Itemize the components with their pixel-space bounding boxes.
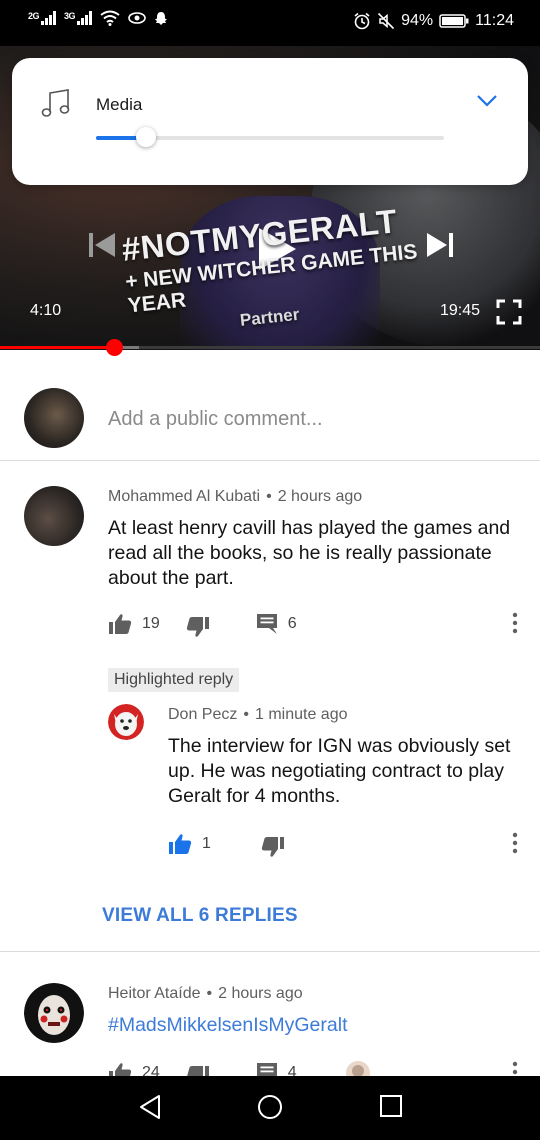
status-right-group: 94% 11:24 [353,12,514,30]
network-type-1: 2G [28,11,40,21]
reply-actions: 1 [168,830,285,858]
reply-button[interactable]: 6 [256,613,297,635]
reply-age: 1 minute ago [254,706,348,723]
back-icon[interactable] [138,1094,162,1120]
alarm-icon [354,12,370,30]
add-comment-row: Add a public comment... [0,352,540,461]
wifi-icon [100,10,120,26]
more-options-icon[interactable] [512,832,518,854]
add-comment-input[interactable]: Add a public comment... [108,408,323,431]
highlighted-reply-badge: Highlighted reply [108,668,240,692]
network-type-2: 3G [64,11,76,21]
reply-count: 6 [287,615,297,632]
comment-meta: Mohammed Al Kubati • 2 hours ago [108,488,363,505]
comment-icon [256,614,277,634]
media-volume-panel: Media [12,58,528,185]
clock: 11:24 [475,12,514,29]
previous-button[interactable] [86,230,118,260]
home-icon[interactable] [257,1094,283,1120]
like-button[interactable]: 19 [108,613,160,635]
comment-age: 2 hours ago [218,985,303,1002]
comment-meta: Heitor Ataíde • 2 hours ago [108,985,303,1002]
chevron-down-icon[interactable] [476,94,498,108]
divider [0,951,540,952]
battery-icon [439,14,469,28]
recent-apps-icon[interactable] [379,1094,403,1118]
snapchat-icon [155,11,168,25]
signal-icon: 2G [28,11,57,25]
media-volume-slider[interactable] [96,127,444,147]
comment-age: 2 hours ago [277,488,363,505]
comment-actions: 19 6 [108,610,297,638]
avatar[interactable] [24,983,84,1043]
reply-author[interactable]: Don Pecz [168,706,237,723]
comment-author[interactable]: Heitor Ataíde [108,985,201,1002]
reply-text: The interview for IGN was obviously set … [168,735,511,807]
fullscreen-icon[interactable] [496,299,522,325]
eye-icon [128,12,146,24]
comment-author[interactable]: Mohammed Al Kubati [108,488,260,505]
like-button[interactable]: 1 [168,833,211,855]
thumbs-down-icon [261,837,284,857]
system-navigation-bar [0,1076,540,1140]
like-count: 19 [142,615,160,632]
volume-slider-thumb[interactable] [136,127,157,147]
media-volume-label: Media [96,95,143,114]
music-note-icon [41,89,70,117]
dislike-button[interactable] [186,610,210,638]
avatar[interactable] [108,704,144,740]
thumbs-up-icon [169,834,192,854]
signal-icon-2: 3G [64,11,93,25]
progress-played [0,346,115,349]
total-time: 19:45 [439,302,480,319]
comment-hashtag-link[interactable]: #MadsMikkelsenIsMyGeralt [108,1013,518,1038]
battery-percent: 94% [401,12,434,29]
avatar[interactable] [24,486,84,546]
mute-icon [378,12,395,30]
status-left-group: 2G 3G [28,10,168,26]
reply-meta: Don Pecz • 1 minute ago [168,706,348,723]
dislike-button[interactable] [261,830,285,858]
like-count: 1 [202,835,211,852]
comment-text: At least henry cavill has played the gam… [108,517,511,589]
more-options-icon[interactable] [512,612,518,634]
thumbs-down-icon [186,617,209,637]
video-progress-bar[interactable] [0,339,540,356]
thumbs-up-icon [109,614,132,634]
status-bar: 2G 3G 94% 11:24 [0,0,540,46]
view-all-replies-link[interactable]: VIEW ALL 6 REPLIES [102,905,298,927]
current-time: 4:10 [30,302,62,319]
avatar [24,388,84,448]
